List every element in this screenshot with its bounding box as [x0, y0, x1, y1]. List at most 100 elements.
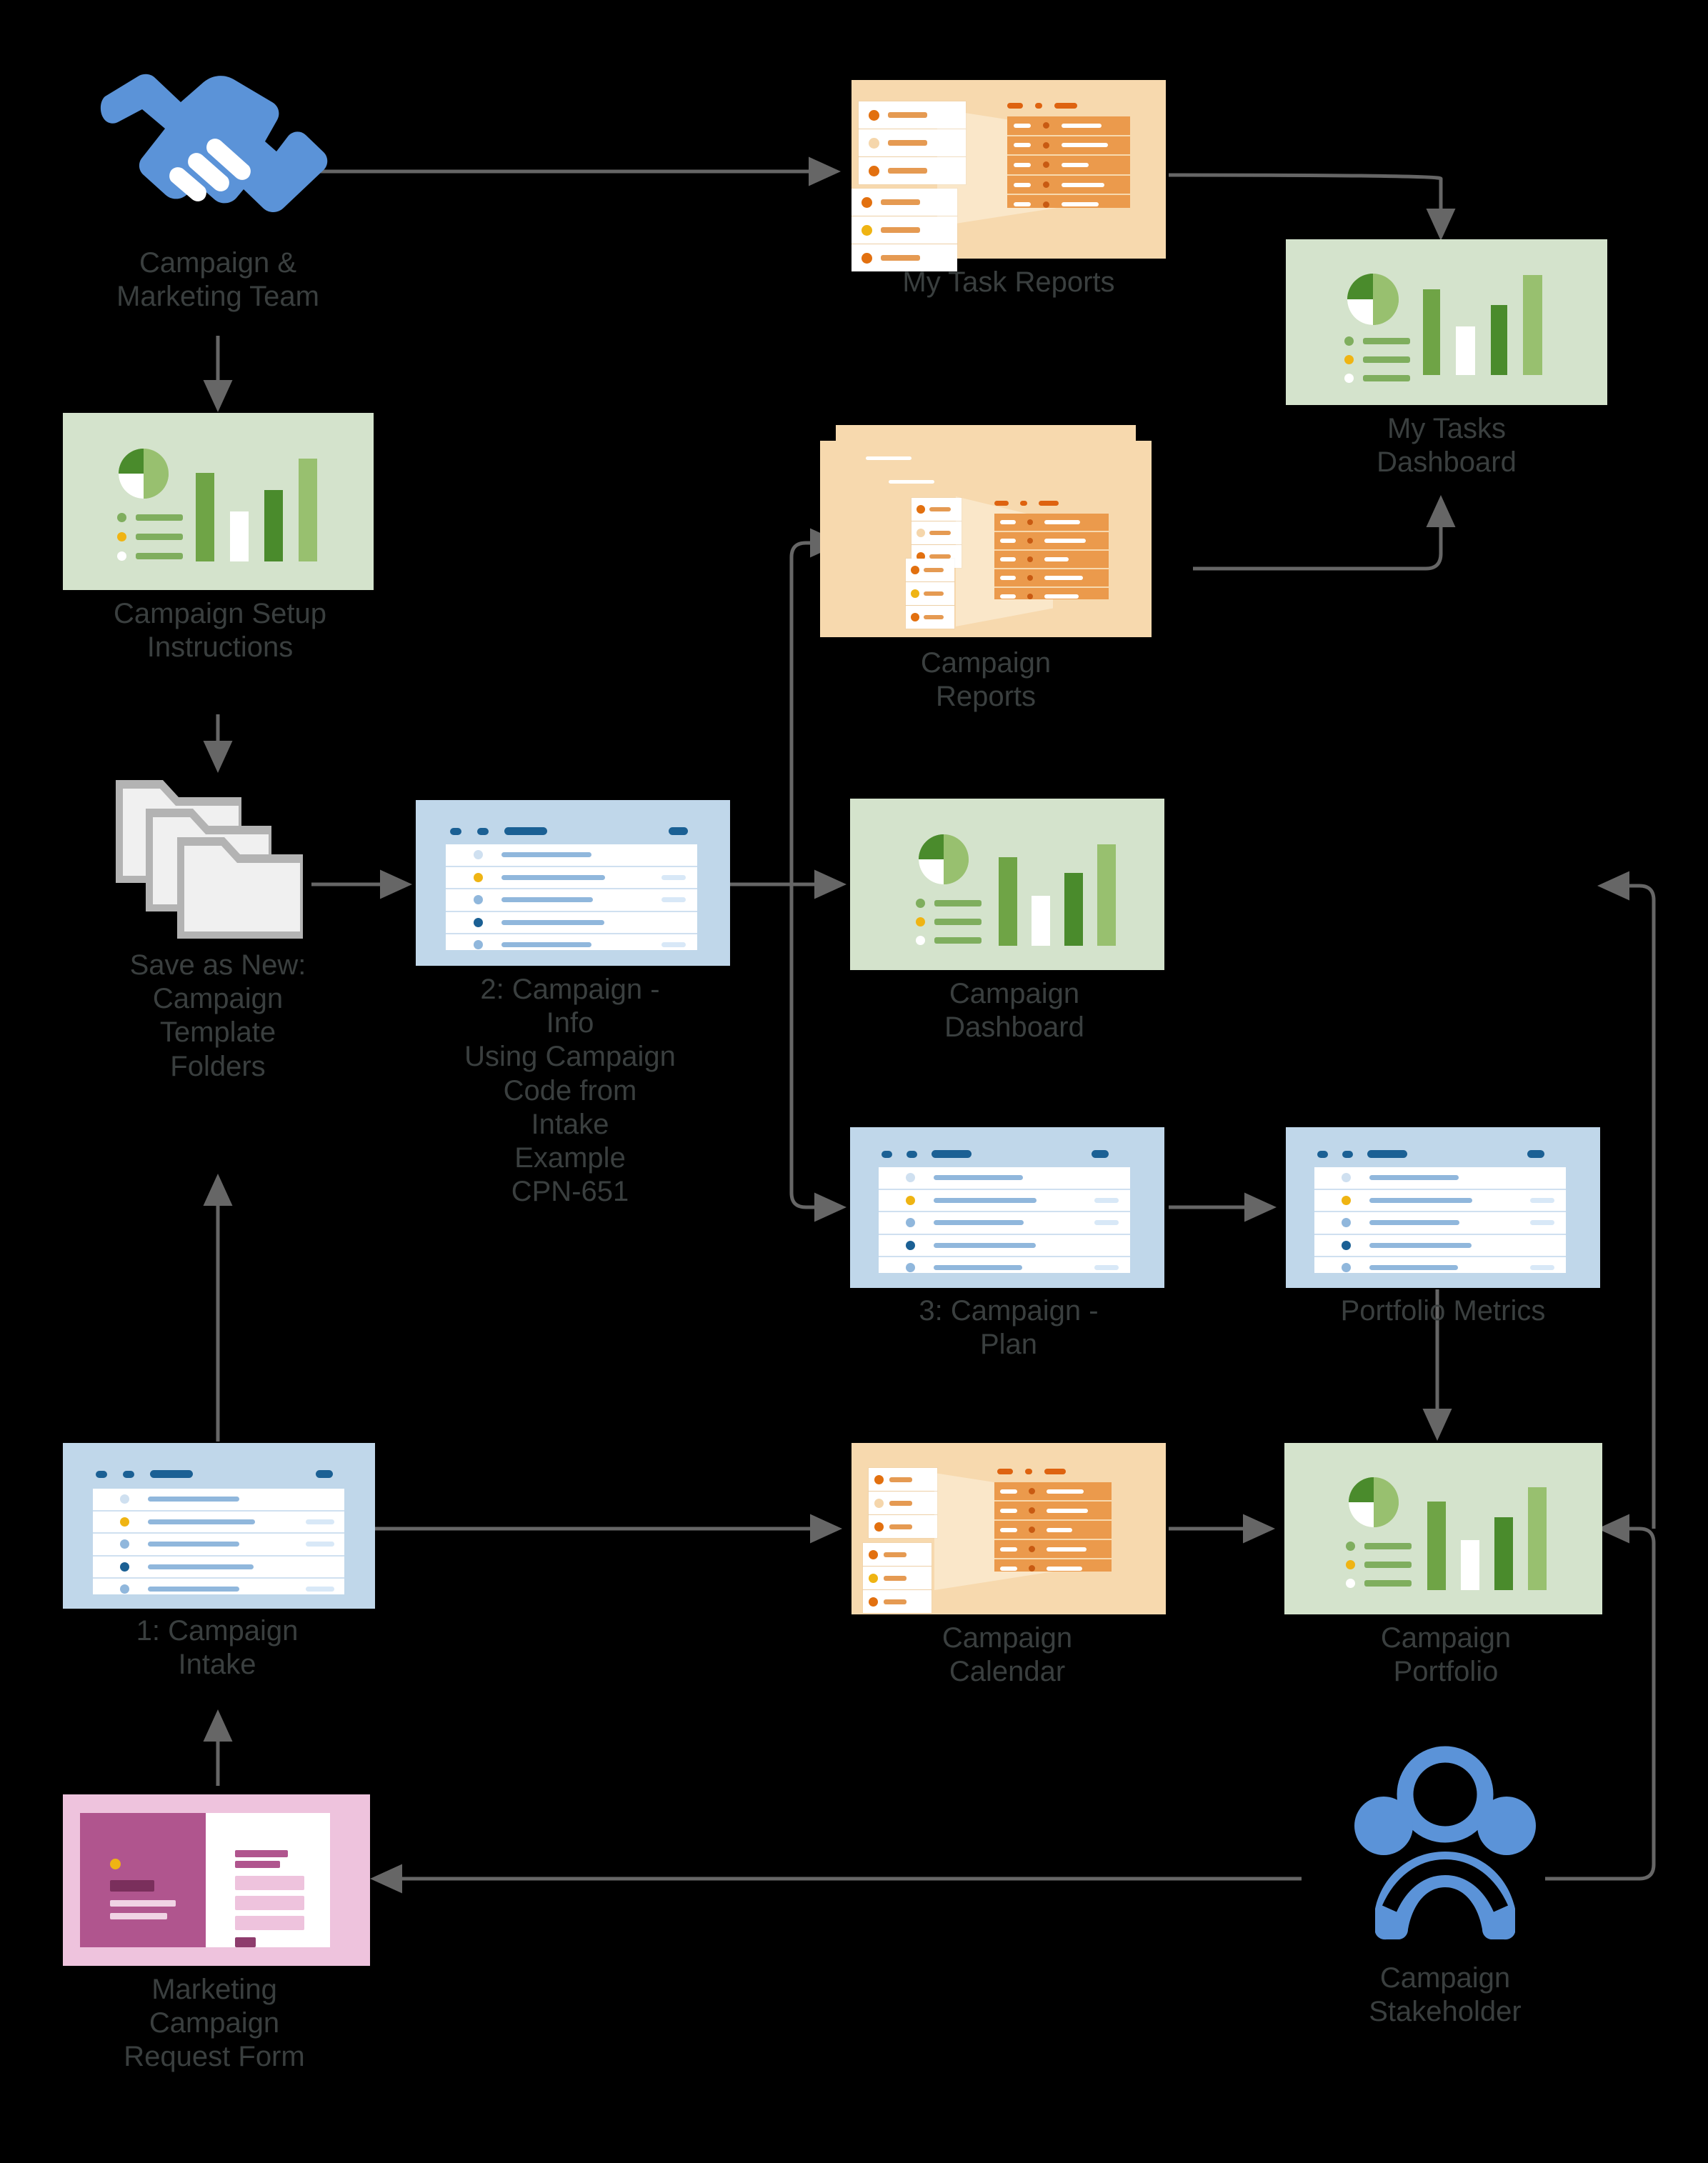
list-row [879, 1257, 1130, 1279]
node-save-as-new-folders[interactable]: Save as New: Campaign Template Folders [100, 771, 336, 1100]
node-campaign-portfolio[interactable]: Campaign Portfolio [1284, 1443, 1606, 1687]
flow-diagram-canvas: Campaign & Marketing Team My Task Report… [0, 0, 1708, 2163]
node-campaign-marketing-team[interactable]: Campaign & Marketing Team [89, 68, 346, 389]
report-card [863, 1590, 932, 1613]
dashboard-tile-icon [63, 413, 374, 590]
list-panel [446, 844, 697, 950]
field-bar [110, 1900, 176, 1907]
report-table [994, 1469, 1112, 1594]
report-card [863, 1543, 932, 1566]
node-my-task-reports[interactable]: My Task Reports [851, 80, 1166, 301]
form-tile-icon [63, 1794, 370, 1966]
list-row [446, 889, 697, 912]
list-row [446, 867, 697, 889]
field-bar [110, 1913, 167, 1919]
table-row [994, 1521, 1112, 1540]
node-label: Portfolio Metrics [1340, 1295, 1546, 1327]
table-body [994, 514, 1109, 599]
node-campaign-intake[interactable]: 1: Campaign Intake [63, 1443, 377, 1686]
node-label: Campaign & Marketing Team [116, 247, 319, 313]
node-label: Marketing Campaign Request Form [124, 1974, 305, 2073]
report-tile-icon [851, 80, 1166, 271]
report-cards [906, 559, 954, 629]
node-campaign-info[interactable]: 2: Campaign - Info Using Campaign Code f… [416, 800, 730, 1343]
list-row [879, 1235, 1130, 1257]
table-row [994, 588, 1109, 605]
legend [1344, 336, 1410, 383]
report-card [851, 216, 957, 244]
node-my-tasks-dashboard[interactable]: My Tasks Dashboard [1286, 239, 1607, 525]
report-cards [859, 101, 966, 184]
report-card [906, 606, 954, 629]
field-bar [235, 1850, 288, 1857]
bar-chart [1423, 261, 1542, 375]
report-card [869, 1515, 937, 1538]
tile-toolbar [96, 1470, 333, 1478]
list-row [93, 1557, 344, 1579]
node-label: Campaign Stakeholder [1369, 1962, 1522, 2028]
node-campaign-setup-instructions[interactable]: Campaign Setup Instructions [63, 413, 377, 699]
submit-bar [235, 1937, 256, 1947]
node-campaign-plan[interactable]: 3: Campaign - Plan [850, 1127, 1172, 1370]
title-line [866, 456, 912, 460]
node-campaign-reports[interactable]: Campaign Reports [820, 425, 1163, 725]
node-label: 3: Campaign - Plan [919, 1295, 1099, 1361]
table-row [994, 569, 1109, 588]
list-row [446, 912, 697, 934]
edge-task-reports-to-tasks-dashboard [1168, 173, 1456, 241]
list-row [93, 1579, 344, 1600]
list-row [1314, 1190, 1566, 1212]
handshake-icon [100, 74, 328, 212]
node-label: Campaign Portfolio [1380, 1622, 1512, 1688]
list-panel [1314, 1167, 1566, 1273]
folders-icon [116, 780, 303, 939]
table-body [994, 1482, 1112, 1572]
form-right-panel [206, 1813, 330, 1947]
list-panel [879, 1167, 1130, 1273]
node-campaign-dashboard[interactable]: Campaign Dashboard [850, 799, 1172, 1084]
node-marketing-request-form[interactable]: Marketing Campaign Request Form [63, 1794, 377, 2094]
bar-chart [196, 441, 317, 561]
tile-toolbar [450, 827, 688, 835]
node-label: Campaign Reports [920, 647, 1052, 713]
table-row [994, 514, 1109, 532]
people-group-icon [1354, 1746, 1536, 1940]
list-row [93, 1512, 344, 1534]
report-card [859, 157, 966, 184]
stacked-report-tile-icon [820, 441, 1134, 637]
pie-chart [1349, 1477, 1399, 1527]
node-label: 2: Campaign - Info Using Campaign Code f… [464, 974, 676, 1208]
edge-campaign-info-to-plan [789, 884, 847, 1222]
blue-list-tile-icon [416, 800, 730, 966]
dashboard-tile-icon [1284, 1443, 1602, 1614]
table-header [997, 1469, 1066, 1474]
node-label: 1: Campaign Intake [136, 1615, 299, 1681]
legend [117, 513, 183, 561]
node-label: Campaign Dashboard [944, 978, 1084, 1044]
list-row [446, 934, 697, 956]
node-campaign-calendar[interactable]: Campaign Calendar [851, 1443, 1166, 1687]
pie-chart [1347, 274, 1399, 325]
table-row [994, 532, 1109, 551]
table-body [1007, 116, 1130, 208]
node-label: My Task Reports [902, 266, 1115, 298]
bar-chart [999, 827, 1116, 946]
node-label: My Tasks Dashboard [1377, 413, 1517, 479]
report-cards [851, 189, 957, 271]
report-card [906, 559, 954, 581]
report-table [994, 501, 1109, 622]
node-label: Save as New: Campaign Template Folders [129, 949, 306, 1082]
node-portfolio-metrics[interactable]: Portfolio Metrics [1286, 1127, 1607, 1327]
node-campaign-stakeholder[interactable]: Campaign Stakeholder [1284, 1743, 1606, 2086]
report-card [851, 189, 957, 216]
report-card [912, 521, 962, 544]
status-dot [110, 1859, 121, 1869]
node-label: Campaign Calendar [942, 1622, 1073, 1688]
report-card [869, 1492, 937, 1514]
list-row [93, 1534, 344, 1557]
list-panel [93, 1489, 344, 1594]
field-bar [235, 1876, 304, 1890]
list-row [1314, 1257, 1566, 1279]
bar-chart [1427, 1470, 1547, 1590]
list-row [93, 1489, 344, 1512]
